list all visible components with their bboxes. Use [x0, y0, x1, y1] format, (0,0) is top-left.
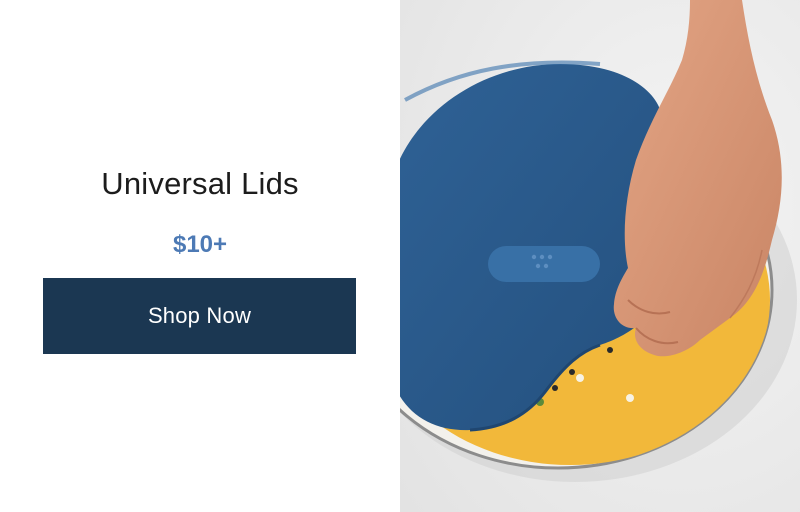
- lid-on-bowl-illustration: [400, 0, 800, 512]
- shop-now-button[interactable]: Shop Now: [43, 278, 356, 354]
- lid-handle: [488, 246, 600, 282]
- product-photo: [400, 0, 800, 512]
- product-price: $10+: [172, 231, 228, 258]
- promo-text-panel: Universal Lids $10+ Shop Now: [0, 0, 400, 512]
- shop-now-button-label: Shop Now: [147, 303, 252, 328]
- promo-card: Universal Lids $10+ Shop Now: [0, 0, 800, 512]
- product-title: Universal Lids: [101, 166, 299, 201]
